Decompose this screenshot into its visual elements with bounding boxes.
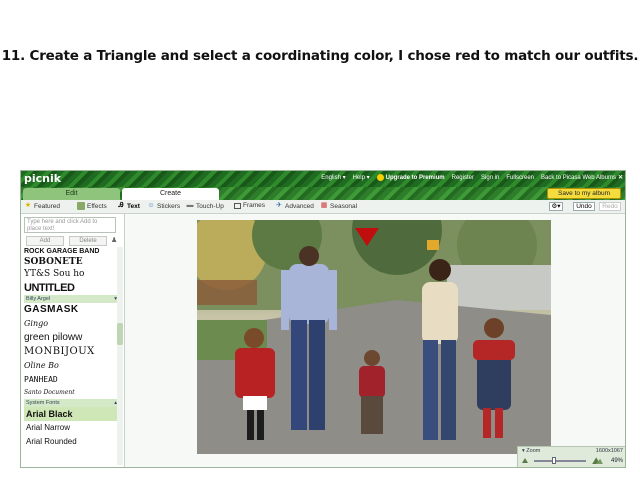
- zoom-label: ▾ Zoom: [522, 448, 541, 454]
- family-photo[interactable]: [197, 220, 551, 454]
- top-bar: picnik English ▾ Help ▾ Upgrade to Premi…: [21, 171, 625, 187]
- picnik-app: picnik English ▾ Help ▾ Upgrade to Premi…: [20, 170, 626, 468]
- font-arial-narrow[interactable]: Arial Narrow: [24, 421, 119, 435]
- zoom-panel: ▾ Zoom 1600x1067 49%: [517, 446, 625, 467]
- create-toolbar: ★ Featured Effects Ꭿ Text ☺ Stickers ▬ Touch…: [21, 200, 625, 214]
- slide-caption: 11. Create a Triangle and select a coord…: [1, 48, 639, 64]
- font-rock-garage-band[interactable]: ROCK GARAGE BAND: [24, 247, 119, 256]
- font-arial-black[interactable]: Arial Black: [24, 407, 119, 421]
- font-sobonete[interactable]: SOBONETE: [24, 256, 119, 268]
- top-links: English ▾ Help ▾ Upgrade to Premium Regi…: [321, 174, 623, 181]
- image-dimensions: 1600x1067: [595, 448, 623, 454]
- font-gingo[interactable]: Gingo: [24, 317, 119, 331]
- photo-illustration: [197, 220, 551, 454]
- font-untitled[interactable]: UNTITLED: [24, 281, 119, 295]
- font-monbijoux[interactable]: MONBIJOUX: [24, 345, 119, 359]
- zoom-slider-handle[interactable]: [552, 457, 556, 464]
- close-icon[interactable]: ✕: [618, 174, 623, 181]
- picnik-logo: picnik: [24, 172, 62, 185]
- advanced-icon: ✈: [276, 202, 282, 209]
- zoom-out-icon[interactable]: [522, 457, 530, 463]
- group-header-billy-argel[interactable]: Billy Argel ▾: [24, 295, 119, 303]
- sign-in-link[interactable]: Sign in: [481, 174, 499, 181]
- sticker-icon: ☺: [147, 202, 155, 209]
- fullscreen-link[interactable]: Fullscreen: [506, 174, 534, 181]
- font-list-scrollbar[interactable]: [117, 247, 123, 465]
- language-menu[interactable]: English ▾: [321, 174, 345, 181]
- settings-menu[interactable]: ⚙▾: [549, 202, 563, 211]
- text-sidebar: Type here and click Add to place text! A…: [21, 214, 125, 467]
- delete-text-button[interactable]: Delete: [69, 236, 107, 246]
- font-list: ROCK GARAGE BAND SOBONETE YT&S Sou ho UN…: [24, 247, 119, 449]
- font-arial-rounded[interactable]: Arial Rounded: [24, 435, 119, 449]
- tool-seasonal[interactable]: ▦ Seasonal: [320, 202, 357, 210]
- redo-button[interactable]: Redo: [599, 202, 621, 211]
- back-to-picasa-link[interactable]: Back to Picasa Web Albums ✕: [541, 174, 623, 182]
- upgrade-link[interactable]: Upgrade to Premium: [376, 174, 445, 181]
- tool-stickers[interactable]: ☺ Stickers: [147, 202, 180, 210]
- font-green-piloww[interactable]: green piloww: [24, 331, 119, 345]
- tool-effects[interactable]: Effects: [77, 202, 107, 210]
- sun-icon: [376, 174, 384, 181]
- text-icon: Ꭿ: [118, 202, 124, 209]
- font-ytks[interactable]: YT&S Sou ho: [24, 268, 119, 281]
- add-text-button[interactable]: Add: [26, 236, 64, 246]
- tab-edit[interactable]: Edit: [23, 188, 120, 200]
- font-gasmask[interactable]: GASMASK: [24, 303, 119, 317]
- zoom-percent: 49%: [610, 458, 623, 464]
- group-header-system-fonts[interactable]: System Fonts ▴: [24, 399, 119, 407]
- touchup-icon: ▬: [186, 202, 194, 209]
- register-link[interactable]: Register: [452, 174, 474, 181]
- zoom-in-icon[interactable]: [592, 456, 603, 464]
- font-santo-document[interactable]: Santo Document: [24, 387, 119, 399]
- photo-canvas: ▾ Zoom 1600x1067 49%: [125, 214, 625, 467]
- star-icon: ★: [24, 202, 32, 209]
- tool-featured[interactable]: ★ Featured: [24, 202, 60, 210]
- zoom-slider[interactable]: [534, 460, 586, 462]
- font-oline-bo[interactable]: Oline Bo: [24, 359, 119, 373]
- undo-button[interactable]: Undo: [573, 202, 595, 211]
- canvas-bottombar: ▾ Zoom 1600x1067 49%: [125, 446, 625, 467]
- frames-icon: [234, 202, 241, 209]
- seasonal-icon: ▦: [320, 202, 328, 209]
- tab-row: Edit Create Save to my album: [21, 187, 625, 200]
- tool-advanced[interactable]: ✈ Advanced: [275, 202, 314, 210]
- scroll-thumb[interactable]: [117, 323, 123, 345]
- effects-icon: [77, 202, 85, 210]
- tool-frames[interactable]: Frames: [234, 202, 265, 209]
- tab-create[interactable]: Create: [122, 188, 219, 200]
- help-menu[interactable]: Help ▾: [353, 174, 370, 181]
- save-to-album-button[interactable]: Save to my album: [547, 188, 621, 199]
- text-input[interactable]: Type here and click Add to place text!: [24, 217, 116, 233]
- user-icon[interactable]: ♟: [111, 237, 118, 245]
- tool-touchup[interactable]: ▬ Touch-Up: [186, 202, 224, 210]
- tool-text[interactable]: Ꭿ Text: [117, 202, 139, 210]
- font-panhead[interactable]: PANHEAD: [24, 373, 119, 387]
